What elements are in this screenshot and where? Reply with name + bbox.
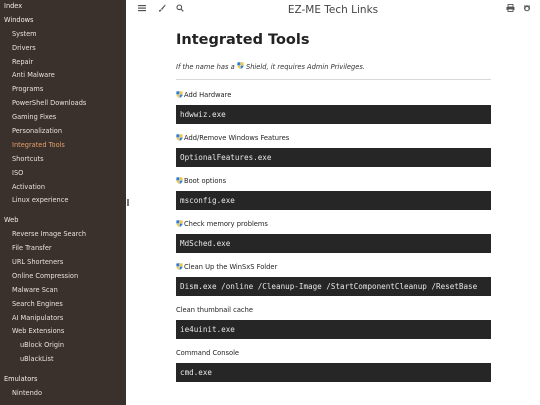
command-code-block[interactable]: MdSched.exe [176,234,491,253]
tool-heading-label: Command Console [176,348,240,357]
admin-note-text: If the name has a Shield, it requires Ad… [176,62,366,71]
sidebar-section[interactable]: Index [0,0,126,14]
sidebar-item[interactable]: Programs [0,83,126,97]
sidebar-item[interactable]: AI Manipulators [0,312,126,326]
sidebar-item[interactable]: PowerShell Downloads [0,97,126,111]
sidebar-item[interactable]: Shortcuts [0,153,126,167]
book-title: EZ-ME Tech Links [287,4,379,16]
sidebar-item[interactable]: Reverse Image Search [0,228,126,242]
tool-heading: Clean thumbnail cache [176,305,496,314]
sidebar: Index Windows System Drivers Repair Anti Malw… [0,0,126,405]
sidebar-item[interactable]: uBlackList [0,353,126,367]
app-window: Index Windows System Drivers Repair Anti Malw… [0,0,540,405]
sidebar-item[interactable]: uBlock Origin [0,339,126,353]
command-code-block[interactable]: Dism.exe /online /Cleanup-Image /StartCo… [176,277,491,296]
sidebar-item[interactable]: Personalization [0,125,126,139]
shield-icon [176,263,183,270]
sidebar-item[interactable]: Linux experience [0,194,126,208]
shield-icon [176,177,183,184]
page-content: Integrated Tools If the name has a Shiel… [176,32,496,391]
tool-heading: Add/Remove Windows Features [176,133,496,142]
tool-heading: Clean Up the WinSxS Folder [176,262,496,271]
sidebar-item[interactable]: ISO [0,167,126,181]
sidebar-item[interactable]: Activation [0,181,126,195]
github-icon[interactable] [523,4,531,14]
tool-heading: Check memory problems [176,219,496,228]
command-code-block[interactable]: hdwwiz.exe [176,105,491,124]
tool-list: Add Hardware hdwwiz.exe Add/Remove Windows… [176,90,496,382]
print-icon[interactable] [506,4,515,14]
tool-heading-label: Add/Remove Windows Features [184,133,290,142]
tool-heading-label: Boot options [184,176,227,185]
sidebar-item[interactable]: Drivers [0,42,126,56]
sidebar-item[interactable]: URL Shorteners [0,256,126,270]
sidebar-item[interactable]: Search Engines [0,298,126,312]
shield-icon [176,220,183,227]
command-code-block[interactable]: ie4uinit.exe [176,320,491,339]
sidebar-section[interactable]: Windows [0,14,126,28]
page-title: Integrated Tools [176,32,310,48]
tool-heading-label: Add Hardware [184,90,232,99]
main-area: EZ-ME Tech Links Integrated Tools If the… [126,0,540,405]
sidebar-section[interactable]: Emulators [0,373,126,387]
sidebar-item[interactable]: Repair [0,56,126,70]
sidebar-item[interactable]: Anti Malware [0,69,126,83]
shield-icon [176,134,183,141]
tool-heading: Command Console [176,348,496,357]
divider [176,79,491,80]
command-code-block[interactable]: msconfig.exe [176,191,491,210]
shield-icon [237,62,244,69]
sidebar-item[interactable]: Nintendo [0,387,126,401]
sidebar-item[interactable]: Gaming Fixes [0,111,126,125]
sidebar-section[interactable]: Web [0,214,126,228]
sidebar-item[interactable]: Malware Scan [0,284,126,298]
admin-note: If the name has a Shield, it requires Ad… [176,62,496,71]
sidebar-item[interactable]: Online Compression [0,270,126,284]
menu-bar: EZ-ME Tech Links [126,0,540,22]
sidebar-item[interactable]: File Transfer [0,242,126,256]
tool-heading-label: Check memory problems [184,219,268,228]
command-code-block[interactable]: cmd.exe [176,363,491,382]
command-code-block[interactable]: OptionalFeatures.exe [176,148,491,167]
tool-heading-label: Clean thumbnail cache [176,305,253,314]
sidebar-item[interactable]: Web Extensions [0,325,126,339]
sidebar-item[interactable]: Integrated Tools [0,139,126,153]
shield-icon [176,91,183,98]
sidebar-item[interactable]: System [0,28,126,42]
tool-heading-label: Clean Up the WinSxS Folder [184,262,278,271]
tool-heading: Add Hardware [176,90,496,99]
tool-heading: Boot options [176,176,496,185]
